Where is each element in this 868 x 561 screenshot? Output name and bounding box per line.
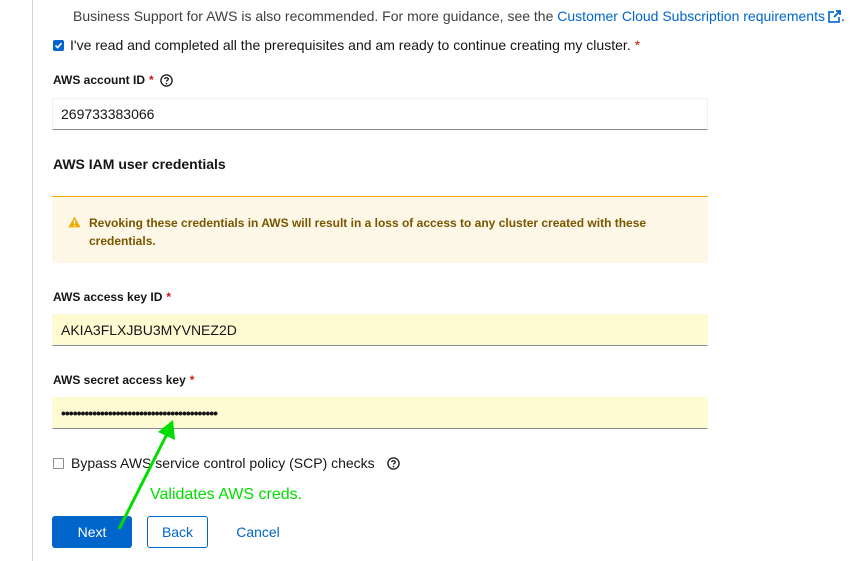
bypass-scp-label[interactable]: Bypass AWS service control policy (SCP) … [71, 455, 375, 471]
help-icon[interactable] [386, 456, 400, 470]
ccs-requirements-link[interactable]: Customer Cloud Subscription requirements [557, 8, 825, 24]
revoke-warning-alert: Revoking these credentials in AWS will r… [52, 196, 708, 263]
bypass-scp-checkbox[interactable] [53, 457, 64, 469]
guidance-text: Business Support for AWS is also recomme… [73, 8, 558, 24]
iam-credentials-title: AWS IAM user credentials [53, 156, 226, 172]
secret-key-masked-value: •••••••••••••••••••••••••••••••••••••••• [61, 405, 218, 421]
access-key-label: AWS access key ID [53, 290, 163, 304]
prerequisite-guidance: Business Support for AWS is also recomme… [73, 8, 845, 26]
back-button[interactable]: Back [147, 516, 208, 548]
access-key-label-row: AWS access key ID * [53, 290, 171, 304]
left-border [32, 0, 33, 561]
help-icon[interactable] [159, 73, 173, 87]
required-marker: * [189, 373, 195, 387]
account-id-label: AWS account ID [53, 73, 146, 87]
guidance-period: . [840, 8, 845, 24]
account-id-input[interactable]: 269733383066 [52, 98, 708, 130]
secret-key-label: AWS secret access key [53, 373, 186, 387]
warning-alert-text: Revoking these credentials in AWS will r… [89, 216, 647, 248]
account-id-label-row: AWS account ID * [53, 73, 173, 87]
cancel-button[interactable]: Cancel [228, 516, 288, 548]
annotation-text: Validates AWS creds. [150, 486, 303, 503]
required-marker: * [149, 73, 154, 87]
required-marker: * [634, 37, 641, 53]
secret-key-label-row: AWS secret access key * [53, 373, 194, 387]
secret-key-input[interactable]: •••••••••••••••••••••••••••••••••••••••• [52, 397, 708, 429]
required-marker: * [166, 290, 172, 304]
prerequisites-checkbox[interactable] [53, 39, 64, 51]
external-link-icon[interactable] [828, 10, 841, 26]
prerequisites-checkbox-label[interactable]: I've read and completed all the prerequi… [70, 37, 631, 53]
annotation-arrow-line [117, 427, 172, 530]
next-button[interactable]: Next [52, 516, 132, 548]
access-key-input[interactable]: AKIA3FLXJBU3MYVNEZ2D [52, 314, 708, 346]
warning-icon [68, 215, 81, 233]
prerequisites-confirm-row: I've read and completed all the prerequi… [53, 37, 640, 53]
bypass-scp-row: Bypass AWS service control policy (SCP) … [53, 455, 400, 471]
